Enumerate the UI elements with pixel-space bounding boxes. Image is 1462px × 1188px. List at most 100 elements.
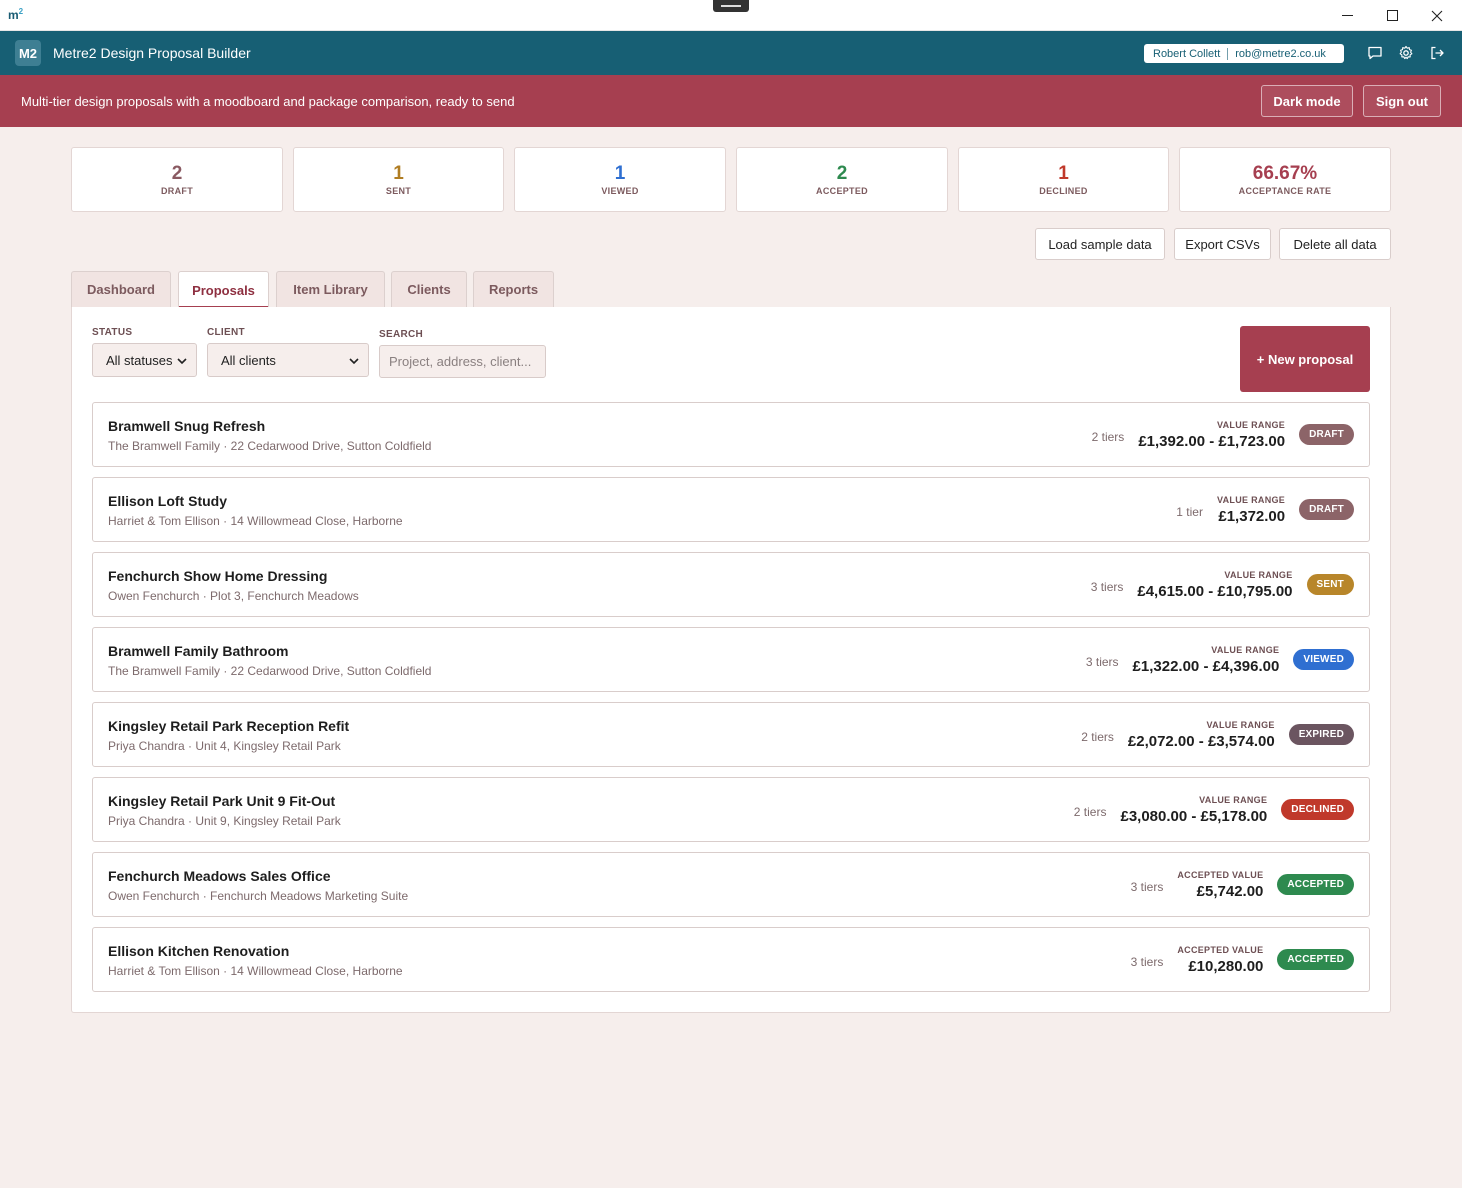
status-badge: ACCEPTED xyxy=(1277,949,1354,970)
chevron-down-icon xyxy=(177,358,187,365)
proposal-row[interactable]: Fenchurch Meadows Sales Office Owen Fench… xyxy=(92,852,1370,917)
stat-card-acceptance-rate: 66.67% ACCEPTANCE RATE xyxy=(1179,147,1391,212)
proposal-summary: 2 tiers VALUE RANGE £2,072.00 - £3,574.00 E… xyxy=(1081,703,1354,766)
user-pill[interactable]: Robert Collett rob@metre2.co.uk xyxy=(1144,44,1344,63)
dark-mode-button[interactable]: Dark mode xyxy=(1261,85,1353,117)
search-input[interactable] xyxy=(379,345,546,378)
proposal-value-label: ACCEPTED VALUE xyxy=(1177,944,1264,955)
proposal-name: Bramwell Family Bathroom xyxy=(108,643,289,659)
proposal-tiers: 3 tiers xyxy=(1130,879,1164,894)
new-proposal-button[interactable]: + New proposal xyxy=(1240,326,1370,392)
app-logo-text: m xyxy=(8,8,19,22)
settings-button[interactable] xyxy=(1397,44,1415,62)
proposal-summary: 3 tiers ACCEPTED VALUE £10,280.00 ACCEPTED xyxy=(1131,928,1354,991)
minimize-button[interactable] xyxy=(1324,0,1370,31)
proposal-value-block: VALUE RANGE £1,392.00 - £1,723.00 xyxy=(1138,420,1285,450)
proposal-tiers: 3 tiers xyxy=(1130,954,1164,969)
stat-card-accepted: 2 ACCEPTED xyxy=(736,147,948,212)
proposal-summary: 2 tiers VALUE RANGE £3,080.00 - £5,178.00 D… xyxy=(1074,778,1354,841)
proposal-value-label: VALUE RANGE xyxy=(1216,494,1286,505)
proposal-tiers: 2 tiers xyxy=(1073,804,1107,819)
client-filter-select[interactable]: All clients xyxy=(207,343,369,377)
proposal-value: £1,392.00 - £1,723.00 xyxy=(1138,432,1286,450)
proposal-name: Fenchurch Meadows Sales Office xyxy=(108,868,331,884)
proposal-value-block: VALUE RANGE £1,372.00 xyxy=(1217,495,1285,525)
tab-clients[interactable]: Clients xyxy=(391,271,467,307)
proposal-name: Fenchurch Show Home Dressing xyxy=(108,568,328,584)
load-sample-data-button[interactable]: Load sample data xyxy=(1035,228,1165,260)
proposal-value-label: ACCEPTED VALUE xyxy=(1177,869,1264,880)
proposal-value: £10,280.00 xyxy=(1188,957,1264,975)
stat-value: 2 xyxy=(836,163,848,184)
proposal-value-block: VALUE RANGE £3,080.00 - £5,178.00 xyxy=(1120,795,1267,825)
proposal-row[interactable]: Kingsley Retail Park Unit 9 Fit-Out Priya… xyxy=(92,777,1370,842)
proposal-value-block: ACCEPTED VALUE £10,280.00 xyxy=(1177,945,1263,975)
proposal-value-block: ACCEPTED VALUE £5,742.00 xyxy=(1177,870,1263,900)
status-badge: VIEWED xyxy=(1293,649,1354,670)
proposal-client-address: Owen Fenchurch · Plot 3, Fenchurch Meado… xyxy=(108,589,359,603)
proposal-row[interactable]: Bramwell Snug Refresh The Bramwell Family… xyxy=(92,402,1370,467)
proposal-summary: 2 tiers VALUE RANGE £1,392.00 - £1,723.00 D… xyxy=(1092,403,1354,466)
app-logo-sup: 2 xyxy=(18,7,24,16)
drag-handle[interactable] xyxy=(713,0,749,12)
tab-proposals[interactable]: Proposals xyxy=(178,271,269,308)
proposal-client-address: Harriet & Tom Ellison · 14 Willowmead Cl… xyxy=(108,964,403,978)
proposal-row[interactable]: Kingsley Retail Park Reception Refit Priy… xyxy=(92,702,1370,767)
window-titlebar: m2 xyxy=(0,0,1462,31)
proposal-row[interactable]: Fenchurch Show Home Dressing Owen Fenchur… xyxy=(92,552,1370,617)
proposal-value: £1,372.00 xyxy=(1218,507,1286,525)
proposal-summary: 1 tier VALUE RANGE £1,372.00 DRAFT xyxy=(1176,478,1354,541)
stat-card-viewed: 1 VIEWED xyxy=(514,147,726,212)
status-badge: DRAFT xyxy=(1299,499,1354,520)
stat-label: DECLINED xyxy=(1039,186,1088,196)
client-filter-label: CLIENT xyxy=(207,327,245,338)
status-badge: DRAFT xyxy=(1299,424,1354,445)
proposal-summary: 3 tiers ACCEPTED VALUE £5,742.00 ACCEPTED xyxy=(1131,853,1354,916)
user-pill-divider xyxy=(1227,47,1229,60)
tab-item-library[interactable]: Item Library xyxy=(276,271,385,307)
proposal-value: £4,615.00 - £10,795.00 xyxy=(1137,582,1293,600)
proposal-client-address: The Bramwell Family · 22 Cedarwood Drive… xyxy=(108,664,432,678)
tab-dashboard[interactable]: Dashboard xyxy=(71,271,171,307)
delete-all-data-button[interactable]: Delete all data xyxy=(1279,228,1391,260)
proposal-value-block: VALUE RANGE £2,072.00 - £3,574.00 xyxy=(1128,720,1275,750)
proposal-value: £2,072.00 - £3,574.00 xyxy=(1127,732,1275,750)
proposal-value-label: VALUE RANGE xyxy=(1224,569,1293,580)
status-filter-select[interactable]: All statuses xyxy=(92,343,197,377)
proposals-panel: STATUS All statuses CLIENT All clients S… xyxy=(71,307,1391,1013)
close-button[interactable] xyxy=(1414,0,1460,31)
app-logo-icon: m2 xyxy=(8,7,23,22)
proposal-name: Kingsley Retail Park Unit 9 Fit-Out xyxy=(108,793,336,809)
status-badge: EXPIRED xyxy=(1288,724,1354,745)
stat-label: DRAFT xyxy=(161,186,193,196)
stat-label: ACCEPTANCE RATE xyxy=(1238,186,1332,196)
proposal-value: £3,080.00 - £5,178.00 xyxy=(1120,807,1268,825)
stat-label: VIEWED xyxy=(601,186,639,196)
proposal-value-label: VALUE RANGE xyxy=(1206,719,1275,730)
export-csvs-button[interactable]: Export CSVs xyxy=(1174,228,1271,260)
maximize-button[interactable] xyxy=(1369,0,1415,31)
proposal-row[interactable]: Ellison Loft Study Harriet & Tom Ellison … xyxy=(92,477,1370,542)
proposal-value-block: VALUE RANGE £1,322.00 - £4,396.00 xyxy=(1133,645,1280,675)
feedback-button[interactable] xyxy=(1366,44,1384,62)
tab-reports[interactable]: Reports xyxy=(473,271,554,307)
chat-icon xyxy=(1368,46,1382,60)
banner-tagline: Multi-tier design proposals with a moodb… xyxy=(21,94,515,109)
stat-value: 1 xyxy=(614,163,626,184)
close-icon xyxy=(1431,10,1443,21)
stat-value: 66.67% xyxy=(1252,163,1318,184)
proposal-value-label: VALUE RANGE xyxy=(1211,644,1280,655)
proposal-summary: 3 tiers VALUE RANGE £4,615.00 - £10,795.00… xyxy=(1091,553,1354,616)
sign-out-button[interactable]: Sign out xyxy=(1363,85,1441,117)
logout-button[interactable] xyxy=(1428,44,1446,62)
proposal-value-label: VALUE RANGE xyxy=(1216,419,1286,430)
client-filter-value: All clients xyxy=(221,352,276,368)
proposal-client-address: Priya Chandra · Unit 4, Kingsley Retail … xyxy=(108,739,341,753)
proposal-name: Ellison Kitchen Renovation xyxy=(108,943,290,959)
stat-value: 1 xyxy=(1058,163,1069,184)
proposal-row[interactable]: Bramwell Family Bathroom The Bramwell Fam… xyxy=(92,627,1370,692)
gear-icon xyxy=(1399,45,1413,60)
proposal-row[interactable]: Ellison Kitchen Renovation Harriet & Tom … xyxy=(92,927,1370,992)
proposal-value: £1,322.00 - £4,396.00 xyxy=(1132,657,1280,675)
proposal-client-address: Harriet & Tom Ellison · 14 Willowmead Cl… xyxy=(108,514,403,528)
